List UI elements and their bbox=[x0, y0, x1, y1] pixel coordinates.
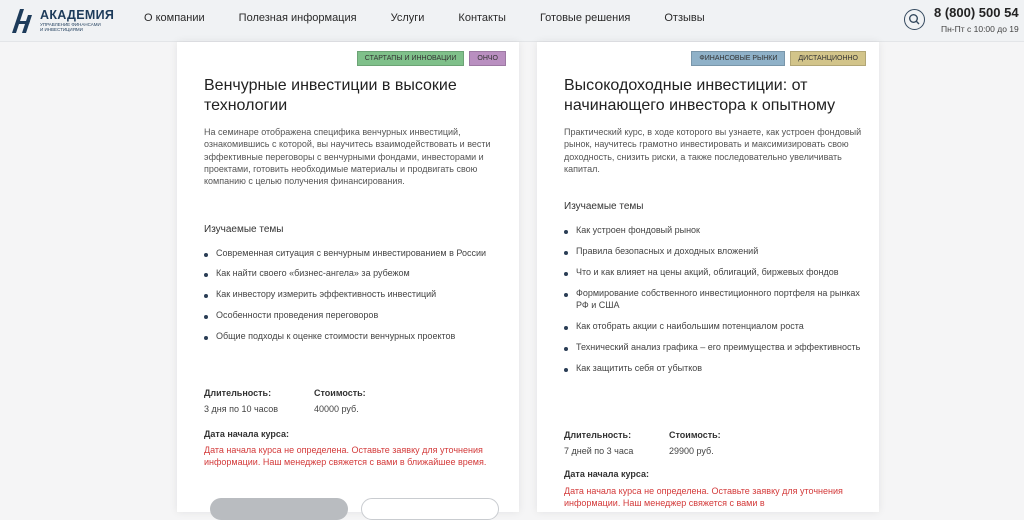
topics-list: Современная ситуация с венчурным инвести… bbox=[204, 247, 504, 342]
list-item: Современная ситуация с венчурным инвести… bbox=[204, 247, 504, 259]
bullet-icon bbox=[564, 347, 568, 351]
price-value: 29900 руб. bbox=[669, 446, 714, 456]
bullet-icon bbox=[564, 230, 568, 234]
course-description: Практический курс, в ходе которого вы уз… bbox=[564, 127, 862, 174]
list-item: Правила безопасных и доходных вложений bbox=[564, 245, 864, 257]
topic-text: Как инвестору измерить эффективность инв… bbox=[216, 289, 437, 299]
list-item: Особенности проведения переговоров bbox=[204, 309, 504, 321]
phone-number[interactable]: 8 (800) 500 54 bbox=[934, 5, 1019, 20]
list-item: Как инвестору измерить эффективность инв… bbox=[204, 288, 504, 300]
main-nav: О компании Полезная информация Услуги Ко… bbox=[144, 12, 739, 24]
topics-heading: Изучаемые темы bbox=[204, 224, 284, 235]
details-button[interactable] bbox=[361, 498, 499, 520]
working-hours: Пн-Пт с 10:00 до 19 bbox=[941, 24, 1019, 34]
tag-format[interactable]: ДИСТАНЦИОННО bbox=[790, 51, 866, 66]
bullet-icon bbox=[564, 368, 568, 372]
topic-text: Общие подходы к оценке стоимости венчурн… bbox=[216, 331, 456, 341]
duration-label: Длительность: bbox=[204, 388, 272, 398]
start-date-label: Дата начала курса: bbox=[204, 429, 290, 439]
price-label: Стоимость: bbox=[669, 430, 721, 440]
logo-mark-icon bbox=[12, 9, 32, 33]
topic-text: Правила безопасных и доходных вложений bbox=[576, 246, 759, 256]
start-date-label: Дата начала курса: bbox=[564, 469, 650, 479]
start-date-note: Дата начала курса не определена. Оставьт… bbox=[204, 445, 487, 468]
bullet-icon bbox=[204, 294, 208, 298]
bullet-icon bbox=[564, 251, 568, 255]
list-item: Общие подходы к оценке стоимости венчурн… bbox=[204, 330, 504, 342]
topic-text: Как устроен фондовый рынок bbox=[576, 225, 700, 235]
tag-list: ФИНАНСОВЫЕ РЫНКИ ДИСТАНЦИОННО bbox=[686, 51, 866, 66]
nav-useful-info[interactable]: Полезная информация bbox=[239, 12, 357, 24]
bullet-icon bbox=[204, 273, 208, 277]
list-item: Как защитить себя от убытков bbox=[564, 362, 864, 374]
duration-value: 7 дней по 3 часа bbox=[564, 446, 634, 456]
nav-contacts[interactable]: Контакты bbox=[458, 12, 506, 24]
apply-button[interactable] bbox=[210, 498, 348, 520]
topics-list: Как устроен фондовый рынок Правила безоп… bbox=[564, 224, 864, 374]
list-item: Что и как влияет на цены акций, облигаци… bbox=[564, 266, 864, 278]
bullet-icon bbox=[564, 293, 568, 297]
nav-about[interactable]: О компании bbox=[144, 12, 205, 24]
topic-text: Как защитить себя от убытков bbox=[576, 363, 703, 373]
bullet-icon bbox=[564, 326, 568, 330]
bullet-icon bbox=[204, 315, 208, 319]
bullet-icon bbox=[564, 272, 568, 276]
start-date-note: Дата начала курса не определена. Оставьт… bbox=[564, 486, 843, 509]
course-description: На семинаре отображена специфика венчурн… bbox=[204, 127, 491, 187]
topics-heading: Изучаемые темы bbox=[564, 201, 644, 212]
bullet-icon bbox=[204, 336, 208, 340]
nav-solutions[interactable]: Готовые решения bbox=[540, 12, 630, 24]
logo-subtitle-2: и инвестициями bbox=[40, 26, 83, 32]
list-item: Формирование собственного инвестиционног… bbox=[564, 287, 864, 311]
tag-startups[interactable]: СТАРТАПЫ И ИННОВАЦИИ bbox=[356, 51, 465, 66]
course-card-high-yield: ФИНАНСОВЫЕ РЫНКИ ДИСТАНЦИОННО Высокодохо… bbox=[537, 42, 879, 512]
nav-reviews[interactable]: Отзывы bbox=[664, 12, 704, 24]
list-item: Как отобрать акции с наибольшим потенциа… bbox=[564, 320, 864, 332]
course-title[interactable]: Венчурные инвестиции в высокие технологи… bbox=[204, 76, 504, 116]
topic-text: Что и как влияет на цены акций, облигаци… bbox=[576, 267, 839, 277]
topic-text: Особенности проведения переговоров bbox=[216, 310, 379, 320]
tag-financial-markets[interactable]: ФИНАНСОВЫЕ РЫНКИ bbox=[691, 51, 786, 66]
topic-text: Формирование собственного инвестиционног… bbox=[576, 288, 860, 310]
topic-text: Современная ситуация с венчурным инвести… bbox=[216, 248, 487, 258]
bullet-icon bbox=[204, 253, 208, 257]
topic-text: Как отобрать акции с наибольшим потенциа… bbox=[576, 321, 804, 331]
course-card-venture: СТАРТАПЫ И ИННОВАЦИИ ОНЧО Венчурные инве… bbox=[177, 42, 519, 520]
course-title[interactable]: Высокодоходные инвестиции: от начинающег… bbox=[564, 76, 864, 116]
tag-list: СТАРТАПЫ И ИННОВАЦИИ ОНЧО bbox=[352, 51, 506, 66]
logo-title: АКАДЕМИЯ bbox=[40, 7, 115, 22]
list-item: Как найти своего «бизнес-ангела» за рубе… bbox=[204, 267, 504, 279]
duration-label: Длительность: bbox=[564, 430, 632, 440]
list-item: Технический анализ графика – его преимущ… bbox=[564, 341, 864, 353]
price-label: Стоимость: bbox=[314, 388, 366, 398]
list-item: Как устроен фондовый рынок bbox=[564, 224, 864, 236]
tag-format[interactable]: ОНЧО bbox=[469, 51, 506, 66]
duration-value: 3 дня по 10 часов bbox=[204, 404, 279, 414]
price-value: 40000 руб. bbox=[314, 404, 359, 414]
topic-text: Технический анализ графика – его преимущ… bbox=[576, 342, 861, 352]
nav-services[interactable]: Услуги bbox=[391, 12, 425, 24]
topic-text: Как найти своего «бизнес-ангела» за рубе… bbox=[216, 268, 410, 278]
search-icon[interactable] bbox=[904, 9, 925, 30]
site-header: АКАДЕМИЯ управление финансами и инвестиц… bbox=[0, 0, 1024, 42]
logo[interactable]: АКАДЕМИЯ управление финансами и инвестиц… bbox=[12, 7, 114, 33]
